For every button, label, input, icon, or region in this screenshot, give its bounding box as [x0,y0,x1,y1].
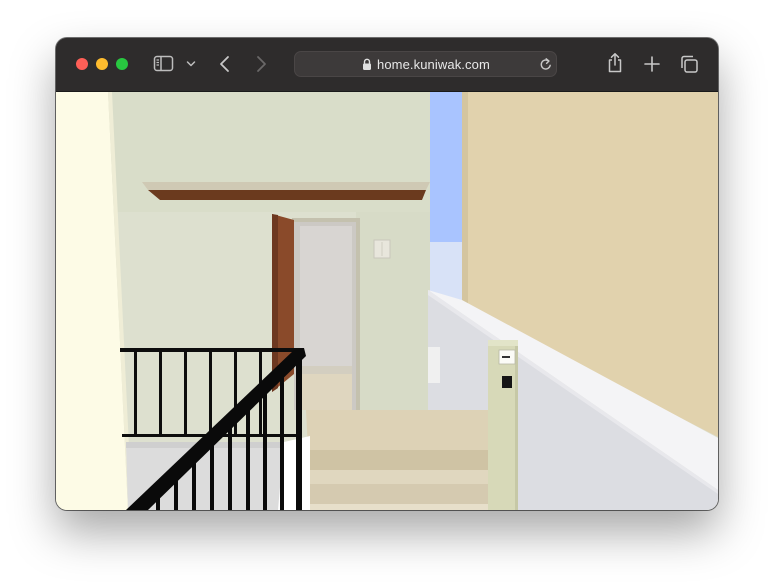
address-bar[interactable]: home.kuniwak.com [294,51,557,77]
stair-riser-1 [308,450,488,470]
side-wall-green [356,212,430,412]
stair-step-1 [308,470,488,484]
reload-icon[interactable] [539,57,553,72]
wall-fixture [428,347,440,383]
chevron-right-icon[interactable] [254,54,268,74]
gate-post [488,340,518,510]
zoom-window-button[interactable] [116,58,128,70]
share-icon[interactable] [606,52,624,74]
browser-toolbar: home.kuniwak.com [56,38,718,92]
browser-window: home.kuniwak.com [56,38,718,510]
stair-riser-2 [306,484,488,504]
wooden-beam [148,190,426,200]
url-text: home.kuniwak.com [377,57,490,72]
yellow-wall-edge [462,92,468,306]
close-window-button[interactable] [76,58,88,70]
minimize-window-button[interactable] [96,58,108,70]
landing-floor [306,410,488,450]
sidebar-icon[interactable] [153,55,175,72]
interior-3d-scene[interactable] [56,92,718,510]
beam-top [142,182,430,190]
intercom[interactable] [502,376,512,388]
chevron-left-icon[interactable] [218,54,232,74]
plus-icon[interactable] [643,55,661,73]
lock-icon [363,58,371,70]
page-content[interactable] [56,92,718,510]
chevron-down-icon[interactable] [186,60,196,68]
tabs-icon[interactable] [679,54,699,74]
